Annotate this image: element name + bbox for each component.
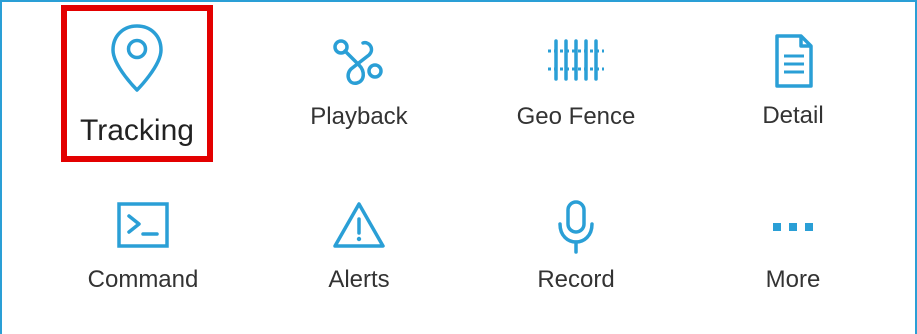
record-label: Record: [537, 266, 615, 293]
function-grid: Tracking Playback Geo Fence Detail Comma…: [0, 0, 917, 334]
command-label: Command: [87, 266, 199, 293]
alerts-label: Alerts: [328, 266, 390, 293]
tracking-label: Tracking: [80, 114, 194, 147]
detail-button[interactable]: Detail: [683, 32, 903, 130]
terminal-icon: [117, 202, 169, 248]
fence-icon: [548, 39, 604, 81]
playback-button[interactable]: Playback: [249, 35, 469, 131]
tracking-button[interactable]: Tracking: [27, 22, 247, 148]
route-icon: [333, 39, 383, 85]
more-dots-icon: [773, 223, 813, 231]
more-label: More: [765, 266, 821, 293]
more-button[interactable]: More: [683, 198, 903, 294]
record-button[interactable]: Record: [466, 198, 686, 294]
playback-label: Playback: [310, 103, 408, 130]
detail-label: Detail: [762, 102, 824, 129]
geo-fence-button[interactable]: Geo Fence: [466, 35, 686, 131]
alerts-button[interactable]: Alerts: [249, 198, 469, 294]
microphone-icon: [558, 200, 594, 254]
document-icon: [775, 34, 813, 88]
geo-fence-label: Geo Fence: [516, 103, 636, 130]
location-pin-icon: [111, 24, 163, 92]
warning-triangle-icon: [333, 202, 385, 248]
command-button[interactable]: Command: [33, 198, 253, 294]
